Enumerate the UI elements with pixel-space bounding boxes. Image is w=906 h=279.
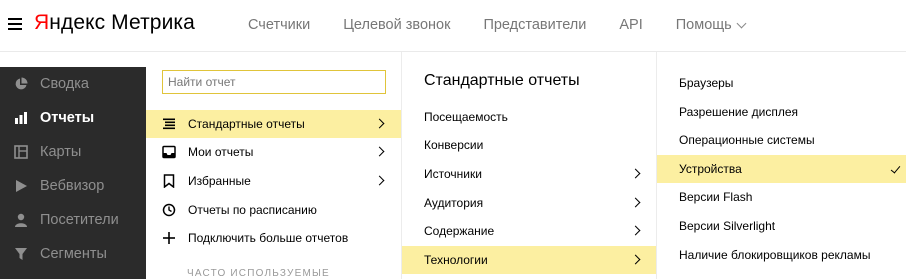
chevron-down-icon (736, 18, 747, 28)
report-item-label: Отчеты по расписанию (188, 203, 317, 217)
frequent-section-label: ЧАСТО ИСПОЛЬЗУЕМЫЕ (187, 268, 330, 279)
tech-item-label: Устройства (679, 162, 742, 176)
tech-item-adblock[interactable]: Наличие блокировщиков рекламы (657, 241, 906, 269)
standard-item-technologies[interactable]: Технологии (402, 246, 657, 274)
technologies-menu: Браузеры Разрешение дисплея Операционные… (656, 52, 906, 279)
chevron-right-icon (630, 197, 641, 208)
sidebar-item-label: Посетители (40, 212, 119, 228)
nav-representatives[interactable]: Представители (483, 17, 586, 33)
sidebar-item-label: Сегменты (40, 246, 107, 262)
report-item-standard[interactable]: Стандартные отчеты (146, 110, 401, 138)
plus-icon (162, 231, 176, 245)
report-item-scheduled[interactable]: Отчеты по расписанию (146, 196, 401, 224)
user-icon (14, 213, 28, 227)
logo-brand-first-letter: Я (34, 11, 50, 34)
sidebar: Сводка Отчеты Карты Вебвизор Посетители … (0, 67, 146, 279)
inbox-icon (162, 145, 176, 159)
nav-target-call[interactable]: Целевой звонок (343, 17, 450, 33)
nav-api[interactable]: API (619, 17, 642, 33)
map-icon (14, 145, 28, 159)
chevron-right-icon (630, 225, 641, 236)
tech-item-os[interactable]: Операционные системы (657, 126, 906, 154)
list-icon (162, 117, 176, 131)
top-nav: Счетчики Целевой звонок Представители AP… (248, 17, 778, 33)
report-item-label: Подключить больше отчетов (188, 231, 349, 245)
sidebar-item-segments[interactable]: Сегменты (0, 237, 146, 271)
report-item-favorites[interactable]: Избранные (146, 167, 401, 195)
standard-item-conversions[interactable]: Конверсии (402, 131, 657, 159)
logo-brand-rest: ндекс (49, 11, 106, 34)
sidebar-item-label: Карты (40, 144, 82, 160)
standard-item-label: Технологии (424, 253, 488, 267)
bar-chart-icon (14, 111, 28, 125)
tech-item-browsers[interactable]: Браузеры (657, 69, 906, 97)
play-icon (14, 179, 28, 193)
standard-reports-title: Стандартные отчеты (424, 72, 580, 89)
standard-item-label: Источники (424, 167, 482, 181)
sidebar-item-label: Сводка (40, 76, 89, 92)
reports-menu: Стандартные отчеты Мои отчеты Избранные … (146, 52, 401, 279)
standard-item-label: Содержание (424, 224, 495, 238)
sidebar-item-maps[interactable]: Карты (0, 135, 146, 169)
top-header: Яндекс Метрика Счетчики Целевой звонок П… (0, 0, 906, 52)
bookmark-icon (162, 174, 176, 188)
standard-reports-menu: Стандартные отчеты Посещаемость Конверси… (401, 52, 657, 279)
report-item-label: Мои отчеты (188, 145, 254, 159)
tech-item-label: Браузеры (679, 76, 734, 90)
menu-icon[interactable] (8, 18, 22, 30)
pie-chart-icon (14, 77, 28, 91)
clock-icon (162, 203, 176, 217)
chevron-right-icon (374, 146, 385, 157)
nav-help[interactable]: Помощь (675, 17, 747, 33)
sidebar-item-label: Отчеты (40, 110, 95, 126)
sidebar-item-webvisor[interactable]: Вебвизор (0, 169, 146, 203)
standard-item-label: Конверсии (424, 138, 484, 152)
nav-help-label: Помощь (675, 17, 732, 33)
tech-item-label: Версии Flash (679, 190, 753, 204)
report-search-input[interactable] (162, 70, 386, 94)
nav-counters[interactable]: Счетчики (248, 17, 310, 33)
sidebar-item-label: Вебвизор (40, 178, 105, 194)
tech-item-label: Разрешение дисплея (679, 105, 799, 119)
report-item-my-reports[interactable]: Мои отчеты (146, 138, 401, 166)
tech-item-label: Наличие блокировщиков рекламы (679, 248, 871, 262)
report-item-label: Избранные (188, 174, 251, 188)
standard-item-label: Аудитория (424, 196, 484, 210)
logo-product: Метрика (111, 11, 195, 34)
sidebar-item-summary[interactable]: Сводка (0, 67, 146, 101)
standard-item-attendance[interactable]: Посещаемость (402, 103, 657, 131)
standard-item-sources[interactable]: Источники (402, 160, 657, 188)
chevron-right-icon (630, 168, 641, 179)
sidebar-item-reports[interactable]: Отчеты (0, 101, 146, 135)
filter-icon (14, 247, 28, 261)
tech-item-label: Операционные системы (679, 133, 815, 147)
standard-item-label: Посещаемость (424, 110, 508, 124)
standard-item-audience[interactable]: Аудитория (402, 189, 657, 217)
tech-item-flash[interactable]: Версии Flash (657, 183, 906, 211)
chevron-right-icon (374, 118, 385, 129)
tech-item-devices[interactable]: Устройства (657, 155, 906, 183)
chevron-right-icon (374, 175, 385, 186)
sidebar-item-visitors[interactable]: Посетители (0, 203, 146, 237)
tech-item-resolution[interactable]: Разрешение дисплея (657, 98, 906, 126)
report-item-connect-more[interactable]: Подключить больше отчетов (146, 224, 401, 252)
logo[interactable]: Яндекс Метрика (34, 11, 195, 35)
checkmark-icon (890, 163, 901, 174)
chevron-right-icon (630, 254, 641, 265)
tech-item-label: Версии Silverlight (679, 219, 776, 233)
standard-item-content[interactable]: Содержание (402, 217, 657, 245)
report-item-label: Стандартные отчеты (188, 117, 305, 131)
tech-item-silverlight[interactable]: Версии Silverlight (657, 212, 906, 240)
